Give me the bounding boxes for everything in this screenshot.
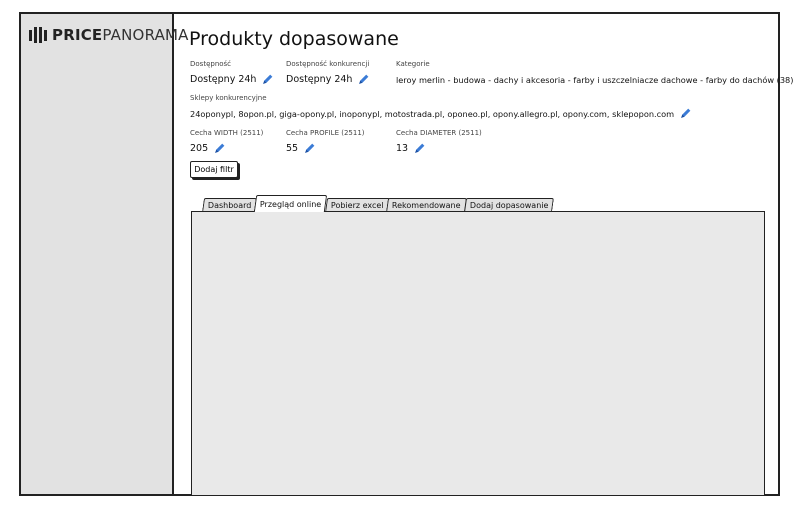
filter-profile: Cecha PROFILE (2511) 55 (286, 129, 365, 155)
filter-value-row: Dostępny 24h (190, 73, 274, 86)
filter-label: Dostępność (190, 60, 232, 68)
pencil-icon[interactable] (679, 107, 692, 120)
filter-value-row: leroy merlin - budowa - dachy i akcesori… (396, 73, 800, 86)
pencil-icon[interactable] (261, 73, 274, 86)
filter-availability: Dostępność Dostępny 24h (190, 60, 274, 86)
logo-text-bold: PRICE (52, 26, 103, 44)
filter-value: Dostępny 24h (190, 74, 257, 85)
filter-value-row: 24oponypl, 8opon.pl, giga-opony.pl, inop… (190, 107, 692, 120)
tab-label: Pobierz excel (330, 201, 384, 210)
logo-text: PRICEPANORAMA (52, 26, 189, 44)
tab-online-overview[interactable]: Przegląd online (254, 195, 328, 212)
tab-download-excel[interactable]: Pobierz excel (324, 198, 390, 212)
logo-text-light: PANORAMA (102, 26, 189, 44)
app-window: PRICEPANORAMA Produkty dopasowane Dostęp… (19, 12, 793, 496)
filter-value-row: Dostępny 24h (286, 73, 370, 86)
tab-dashboard[interactable]: Dashboard (202, 198, 258, 212)
tab-add-match[interactable]: Dodaj dopasowanie (463, 198, 555, 212)
tab-label: Przegląd online (260, 199, 322, 209)
filter-label: Cecha WIDTH (2511) (190, 129, 264, 137)
filter-label: Cecha DIAMETER (2511) (396, 129, 482, 137)
filter-categories: Kategorie leroy merlin - budowa - dachy … (396, 60, 800, 86)
tab-label: Dashboard (207, 201, 252, 210)
filter-competitor-shops: Sklepy konkurencyjne 24oponypl, 8opon.pl… (190, 94, 692, 120)
filter-diameter: Cecha DIAMETER (2511) 13 (396, 129, 482, 155)
logo[interactable]: PRICEPANORAMA (29, 26, 189, 44)
filter-width: Cecha WIDTH (2511) 205 (190, 129, 263, 155)
filter-label: Dostępność konkurencji (286, 60, 370, 68)
filter-label: Kategorie (396, 60, 430, 68)
add-filter-button[interactable]: Dodaj filtr (190, 161, 238, 178)
tab-panel-content (191, 211, 765, 496)
pencil-icon[interactable] (413, 142, 426, 155)
filter-value: leroy merlin - budowa - dachy i akcesori… (396, 74, 794, 85)
filter-value-row: 55 (286, 142, 365, 155)
pencil-icon[interactable] (213, 142, 226, 155)
filter-value: 13 (396, 143, 409, 154)
tab-label: Dodaj dopasowanie (469, 201, 549, 210)
filter-value: 205 (190, 143, 209, 154)
filter-label: Sklepy konkurencyjne (190, 94, 267, 102)
sidebar: PRICEPANORAMA (21, 14, 188, 494)
main-content: Produkty dopasowane Dostępność Dostępny … (189, 14, 793, 496)
tab-bar: Dashboard Przegląd online Pobierz excel … (202, 195, 555, 212)
filter-label: Cecha PROFILE (2511) (286, 129, 365, 137)
tab-recommended[interactable]: Rekomendowane (386, 198, 467, 212)
filter-value: Dostępny 24h (286, 74, 353, 85)
filter-competitor-availability: Dostępność konkurencji Dostępny 24h (286, 60, 370, 86)
filter-value-row: 13 (396, 142, 482, 155)
page-title: Produkty dopasowane (189, 28, 399, 50)
filter-value-row: 205 (190, 142, 263, 155)
pencil-icon[interactable] (303, 142, 316, 155)
tab-label: Rekomendowane (392, 201, 461, 210)
bars-logo-icon (29, 27, 47, 43)
filter-value: 55 (286, 143, 299, 154)
filter-value: 24oponypl, 8opon.pl, giga-opony.pl, inop… (190, 108, 675, 119)
pencil-icon[interactable] (357, 73, 370, 86)
